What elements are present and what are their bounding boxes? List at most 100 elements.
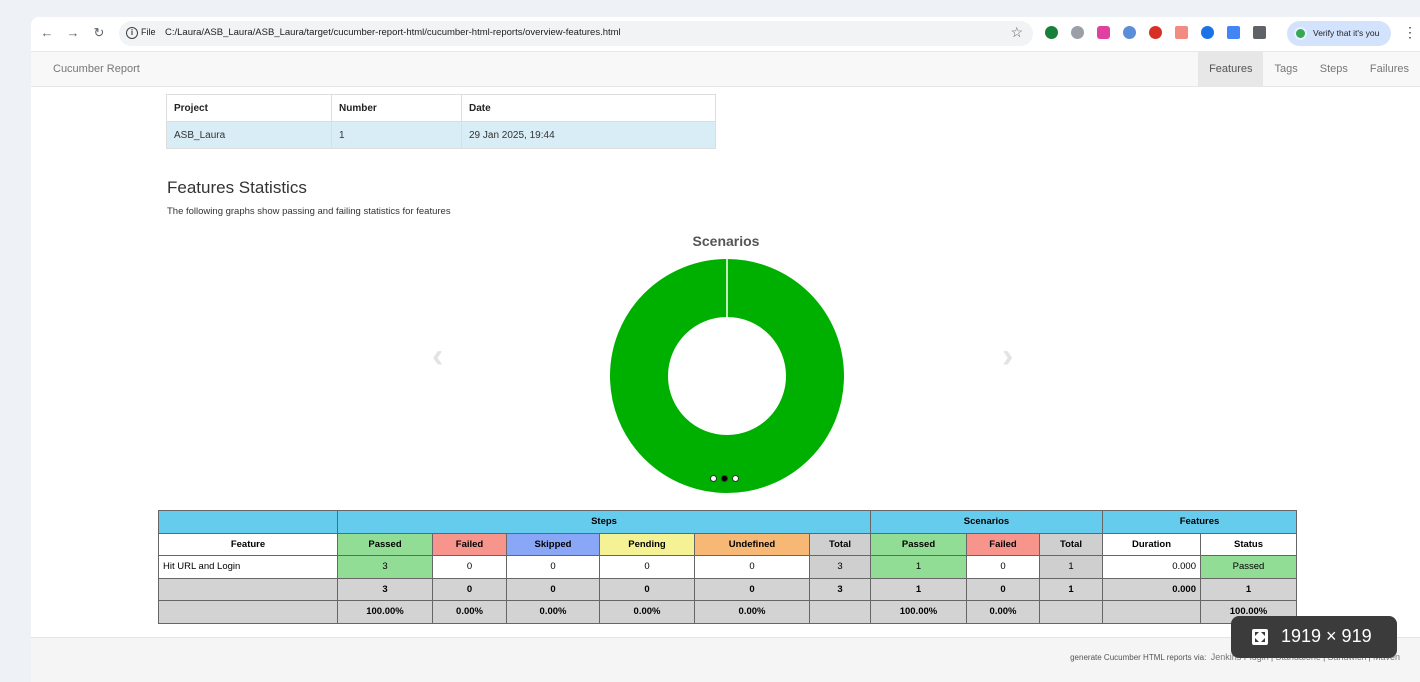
scenarios-donut-chart xyxy=(610,259,844,493)
number-value: 1 xyxy=(331,121,462,149)
build-info-table: Project Number Date ASB_Laura 1 29 Jan 2… xyxy=(166,94,716,149)
col-header-steps-passed[interactable]: Passed xyxy=(337,532,433,556)
reload-icon[interactable]: ↻ xyxy=(91,25,107,41)
dimensions-badge: 1919 × 919 xyxy=(1231,616,1397,658)
cell-duration: 0.000 xyxy=(1102,555,1201,579)
col-header-feature[interactable]: Feature xyxy=(158,532,338,556)
total-scenarios-passed: 1 xyxy=(870,577,967,601)
total-scenarios-failed: 0 xyxy=(966,577,1040,601)
info-icon[interactable]: i xyxy=(126,27,138,39)
total-steps-failed: 0 xyxy=(432,577,507,601)
bookmark-star-icon[interactable]: ☆ xyxy=(1010,24,1023,41)
extension-user-icon[interactable] xyxy=(1071,26,1084,39)
total-steps-passed: 3 xyxy=(337,577,433,601)
cell-steps-passed: 3 xyxy=(337,555,433,579)
header-date: Date xyxy=(461,94,716,122)
col-header-steps-skipped[interactable]: Skipped xyxy=(506,532,600,556)
cell-status: Passed xyxy=(1199,555,1298,579)
carousel-dot-3[interactable] xyxy=(732,475,739,482)
browser-window: ← → ↻ i File C:/Laura/ASB_Laura/ASB_Laur… xyxy=(31,17,1420,682)
group-header-steps: Steps xyxy=(337,510,871,534)
extension-record-icon[interactable] xyxy=(1149,26,1162,39)
total-duration: 0.000 xyxy=(1102,577,1201,601)
extension-arc-icon[interactable] xyxy=(1201,26,1214,39)
carousel-dot-1[interactable] xyxy=(710,475,717,482)
cell-steps-skipped: 0 xyxy=(506,555,600,579)
stats-subtitle: The following graphs show passing and fa… xyxy=(167,206,451,217)
col-header-scenarios-passed[interactable]: Passed xyxy=(870,532,967,556)
stats-title: Features Statistics xyxy=(167,178,307,197)
profile-label: Verify that it's you xyxy=(1313,28,1380,38)
extension-gear-icon[interactable] xyxy=(1123,26,1136,39)
cell-steps-failed: 0 xyxy=(432,555,507,579)
header-number: Number xyxy=(331,94,462,122)
group-header-scenarios: Scenarios xyxy=(870,510,1103,534)
cell-steps-undefined: 0 xyxy=(694,555,810,579)
table-row: Hit URL and Login 3 0 0 0 0 3 1 0 1 0.00… xyxy=(158,555,1298,579)
col-header-steps-total[interactable]: Total xyxy=(809,532,871,556)
percent-steps-pending: 0.00% xyxy=(599,600,695,624)
dimensions-text: 1919 × 919 xyxy=(1281,626,1372,646)
group-header-empty xyxy=(158,510,338,534)
col-header-scenarios-total[interactable]: Total xyxy=(1039,532,1103,556)
carousel-dot-2[interactable] xyxy=(721,475,728,482)
features-stats-table: Steps Scenarios Features Feature Passed … xyxy=(158,510,1298,624)
percent-feature xyxy=(158,600,338,624)
total-feature xyxy=(158,577,338,601)
group-header-features: Features xyxy=(1101,510,1298,534)
col-header-duration[interactable]: Duration xyxy=(1102,532,1201,556)
total-scenarios-total: 1 xyxy=(1039,577,1103,601)
url-scheme-label: File xyxy=(141,27,156,37)
report-navbar: Cucumber Report Features Tags Steps Fail… xyxy=(31,51,1420,87)
extension-window-icon[interactable] xyxy=(1175,26,1188,39)
percent-scenarios-failed: 0.00% xyxy=(966,600,1040,624)
expand-icon xyxy=(1252,629,1268,645)
profile-button[interactable]: Verify that it's you xyxy=(1287,21,1391,46)
col-header-steps-pending[interactable]: Pending xyxy=(599,532,695,556)
percent-scenarios-passed: 100.00% xyxy=(870,600,967,624)
url-text[interactable]: C:/Laura/ASB_Laura/ASB_Laura/target/cucu… xyxy=(165,27,621,38)
page-footer: generate Cucumber HTML reports via: Jenk… xyxy=(31,637,1420,682)
percent-steps-total xyxy=(809,600,871,624)
nav-link-tags[interactable]: Tags xyxy=(1263,52,1308,87)
avatar xyxy=(1294,27,1307,40)
extension-arrow-icon[interactable] xyxy=(1097,26,1110,39)
total-steps-total: 3 xyxy=(809,577,871,601)
percent-steps-passed: 100.00% xyxy=(337,600,433,624)
col-header-status[interactable]: Status xyxy=(1199,532,1298,556)
cell-scenarios-total: 1 xyxy=(1039,555,1103,579)
carousel-indicators xyxy=(710,475,739,482)
percent-duration xyxy=(1102,600,1201,624)
brand-title[interactable]: Cucumber Report xyxy=(53,63,140,75)
total-steps-pending: 0 xyxy=(599,577,695,601)
header-project: Project xyxy=(166,94,332,122)
project-value: ASB_Laura xyxy=(166,121,332,149)
cell-scenarios-passed: 1 xyxy=(870,555,967,579)
percent-steps-skipped: 0.00% xyxy=(506,600,600,624)
percent-scenarios-total xyxy=(1039,600,1103,624)
menu-kebab-icon[interactable]: ⋮ xyxy=(1403,24,1417,41)
nav-links: Features Tags Steps Failures xyxy=(1198,52,1420,87)
nav-link-features[interactable]: Features xyxy=(1198,52,1264,87)
feature-link[interactable]: Hit URL and Login xyxy=(158,555,338,579)
back-icon[interactable]: ← xyxy=(39,25,55,41)
extensions-puzzle-icon[interactable] xyxy=(1253,26,1266,39)
address-bar[interactable]: i File C:/Laura/ASB_Laura/ASB_Laura/targ… xyxy=(119,21,1033,46)
cell-scenarios-failed: 0 xyxy=(966,555,1040,579)
browser-toolbar: ← → ↻ i File C:/Laura/ASB_Laura/ASB_Laur… xyxy=(31,17,1420,50)
extension-doc-icon[interactable] xyxy=(1227,26,1240,39)
footer-prefix: generate Cucumber HTML reports via: xyxy=(1070,653,1207,662)
extension-grammarly-icon[interactable] xyxy=(1045,26,1058,39)
chart-carousel: Scenarios ‹ › xyxy=(426,227,1026,507)
total-status: 1 xyxy=(1199,577,1298,601)
cell-steps-total: 3 xyxy=(809,555,871,579)
col-header-steps-undefined[interactable]: Undefined xyxy=(694,532,810,556)
nav-link-steps[interactable]: Steps xyxy=(1309,52,1359,87)
col-header-scenarios-failed[interactable]: Failed xyxy=(966,532,1040,556)
col-header-steps-failed[interactable]: Failed xyxy=(432,532,507,556)
nav-link-failures[interactable]: Failures xyxy=(1359,52,1420,87)
percent-row: 100.00% 0.00% 0.00% 0.00% 0.00% 100.00% … xyxy=(158,600,1298,624)
forward-icon[interactable]: → xyxy=(65,25,81,41)
cell-steps-pending: 0 xyxy=(599,555,695,579)
total-steps-undefined: 0 xyxy=(694,577,810,601)
